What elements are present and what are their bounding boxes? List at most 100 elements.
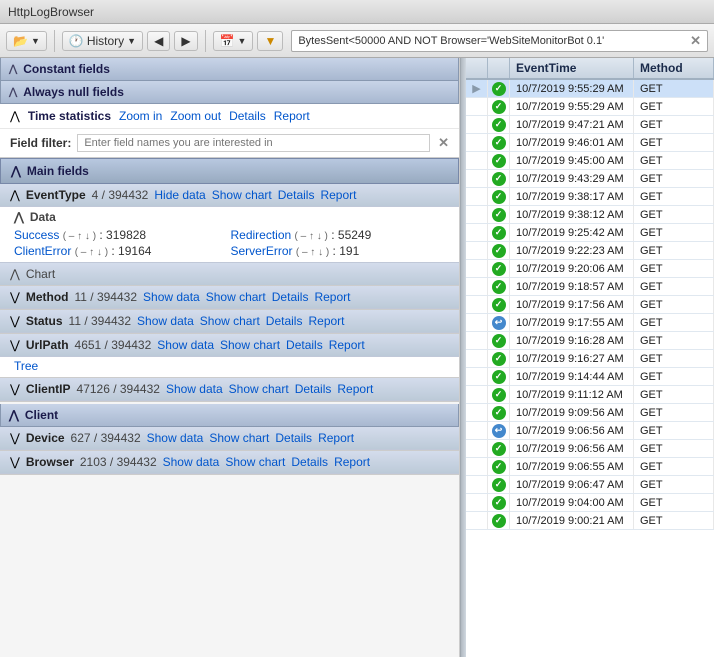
device-show-data[interactable]: Show data xyxy=(147,431,204,445)
table-row[interactable]: ✓10/7/2019 9:20:06 AMGET xyxy=(466,260,714,278)
table-row[interactable]: ✓10/7/2019 9:14:44 AMGET xyxy=(466,368,714,386)
status-details[interactable]: Details xyxy=(266,314,303,328)
row-arrow xyxy=(466,494,488,511)
urlpath-report[interactable]: Report xyxy=(329,338,365,352)
method-show-data[interactable]: Show data xyxy=(143,290,200,304)
table-row[interactable]: ✓10/7/2019 9:04:00 AMGET xyxy=(466,494,714,512)
urlpath-show-chart[interactable]: Show chart xyxy=(220,338,280,352)
row-status: ✓ xyxy=(488,368,510,385)
filter-clear-button[interactable]: ✕ xyxy=(690,33,701,49)
clientip-details[interactable]: Details xyxy=(295,382,332,396)
row-time: 10/7/2019 9:18:57 AM xyxy=(510,278,634,295)
calendar-button[interactable]: 📅 ▼ xyxy=(213,31,254,51)
browser-show-data[interactable]: Show data xyxy=(163,455,220,469)
clientip-report[interactable]: Report xyxy=(337,382,373,396)
table-row[interactable]: ✓10/7/2019 9:43:29 AMGET xyxy=(466,170,714,188)
back-button[interactable]: ◀ xyxy=(147,31,170,51)
status-show-data[interactable]: Show data xyxy=(137,314,194,328)
event-type-label: EventType xyxy=(26,188,86,202)
toolbar: 📂 ▼ 🕐 History ▼ ◀ ▶ 📅 ▼ ▼ BytesSent<5000… xyxy=(0,24,714,58)
clientip-show-chart[interactable]: Show chart xyxy=(229,382,289,396)
server-error-link[interactable]: ServerError xyxy=(231,244,293,258)
field-filter-clear[interactable]: ✕ xyxy=(438,135,449,151)
table-row[interactable]: ✓10/7/2019 9:46:01 AMGET xyxy=(466,134,714,152)
table-row[interactable]: ✓10/7/2019 9:09:56 AMGET xyxy=(466,404,714,422)
clientip-show-data[interactable]: Show data xyxy=(166,382,223,396)
table-row[interactable]: ↩10/7/2019 9:06:56 AMGET xyxy=(466,422,714,440)
row-method: GET xyxy=(634,476,714,493)
row-status: ✓ xyxy=(488,494,510,511)
always-null-fields-header[interactable]: ⋀ Always null fields xyxy=(0,81,459,104)
success-link[interactable]: Success xyxy=(14,228,59,242)
row-arrow xyxy=(466,116,488,133)
event-type-report[interactable]: Report xyxy=(320,188,356,202)
main-fields-header[interactable]: ⋀ Main fields xyxy=(0,158,459,184)
urlpath-show-data[interactable]: Show data xyxy=(157,338,214,352)
row-method: GET xyxy=(634,494,714,511)
table-row[interactable]: ✓10/7/2019 9:18:57 AMGET xyxy=(466,278,714,296)
table-row[interactable]: ↩10/7/2019 9:17:55 AMGET xyxy=(466,314,714,332)
method-label: Method xyxy=(26,290,69,304)
device-report[interactable]: Report xyxy=(318,431,354,445)
client-error-count: : 19164 xyxy=(111,244,151,258)
event-type-show-chart[interactable]: Show chart xyxy=(212,188,272,202)
row-status: ✓ xyxy=(488,116,510,133)
table-row[interactable]: ✓10/7/2019 9:06:47 AMGET xyxy=(466,476,714,494)
filter-button[interactable]: ▼ xyxy=(257,31,283,51)
table-row[interactable]: ✓10/7/2019 9:16:27 AMGET xyxy=(466,350,714,368)
folder-button[interactable]: 📂 ▼ xyxy=(6,31,47,51)
table-row[interactable]: ✓10/7/2019 9:25:42 AMGET xyxy=(466,224,714,242)
col-method-header[interactable]: Method xyxy=(634,58,714,78)
forward-button[interactable]: ▶ xyxy=(174,31,197,51)
row-method: GET xyxy=(634,98,714,115)
event-type-hide-data[interactable]: Hide data xyxy=(154,188,205,202)
field-filter-label: Field filter: xyxy=(10,136,71,150)
data-label: ⋀ Data xyxy=(0,207,459,226)
redirection-link[interactable]: Redirection xyxy=(231,228,292,242)
method-report[interactable]: Report xyxy=(314,290,350,304)
row-status: ✓ xyxy=(488,458,510,475)
device-details[interactable]: Details xyxy=(275,431,312,445)
status-show-chart[interactable]: Show chart xyxy=(200,314,260,328)
table-row[interactable]: ✓10/7/2019 9:11:12 AMGET xyxy=(466,386,714,404)
status-report[interactable]: Report xyxy=(308,314,344,328)
table-row[interactable]: ✓10/7/2019 9:47:21 AMGET xyxy=(466,116,714,134)
client-error-link[interactable]: ClientError xyxy=(14,244,71,258)
row-time: 10/7/2019 9:16:28 AM xyxy=(510,332,634,349)
table-row[interactable]: ✓10/7/2019 9:22:23 AMGET xyxy=(466,242,714,260)
row-status: ↩ xyxy=(488,422,510,439)
table-row[interactable]: ✓10/7/2019 9:38:17 AMGET xyxy=(466,188,714,206)
history-button[interactable]: 🕐 History ▼ xyxy=(62,31,143,51)
browser-show-chart[interactable]: Show chart xyxy=(225,455,285,469)
client-error-sort: ( – ↑ ↓ ) xyxy=(75,247,108,258)
table-row[interactable]: ✓10/7/2019 9:17:56 AMGET xyxy=(466,296,714,314)
table-row[interactable]: ▶✓10/7/2019 9:55:29 AMGET xyxy=(466,80,714,98)
time-report-link[interactable]: Report xyxy=(274,109,310,123)
table-row[interactable]: ✓10/7/2019 9:00:21 AMGET xyxy=(466,512,714,530)
zoom-in-link[interactable]: Zoom in xyxy=(119,109,162,123)
table-row[interactable]: ✓10/7/2019 9:06:55 AMGET xyxy=(466,458,714,476)
method-details[interactable]: Details xyxy=(272,290,309,304)
table-row[interactable]: ✓10/7/2019 9:16:28 AMGET xyxy=(466,332,714,350)
table-row[interactable]: ✓10/7/2019 9:45:00 AMGET xyxy=(466,152,714,170)
event-type-details[interactable]: Details xyxy=(278,188,315,202)
method-show-chart[interactable]: Show chart xyxy=(206,290,266,304)
browser-details[interactable]: Details xyxy=(291,455,328,469)
table-row[interactable]: ✓10/7/2019 9:55:29 AMGET xyxy=(466,98,714,116)
table-row[interactable]: ✓10/7/2019 9:06:56 AMGET xyxy=(466,440,714,458)
zoom-out-link[interactable]: Zoom out xyxy=(170,109,221,123)
device-show-chart[interactable]: Show chart xyxy=(209,431,269,445)
field-filter-input[interactable] xyxy=(77,134,430,152)
time-details-link[interactable]: Details xyxy=(229,109,266,123)
row-method: GET xyxy=(634,278,714,295)
browser-report[interactable]: Report xyxy=(334,455,370,469)
table-row[interactable]: ✓10/7/2019 9:38:12 AMGET xyxy=(466,206,714,224)
constant-fields-header[interactable]: ⋀ Constant fields xyxy=(0,58,459,81)
urlpath-details[interactable]: Details xyxy=(286,338,323,352)
row-status: ↩ xyxy=(488,314,510,331)
col-eventtime-header[interactable]: EventTime xyxy=(510,58,634,78)
urlpath-tree-link[interactable]: Tree xyxy=(14,359,38,373)
client-section-header[interactable]: ⋀ Client xyxy=(0,404,459,427)
row-time: 10/7/2019 9:09:56 AM xyxy=(510,404,634,421)
row-status: ✓ xyxy=(488,188,510,205)
